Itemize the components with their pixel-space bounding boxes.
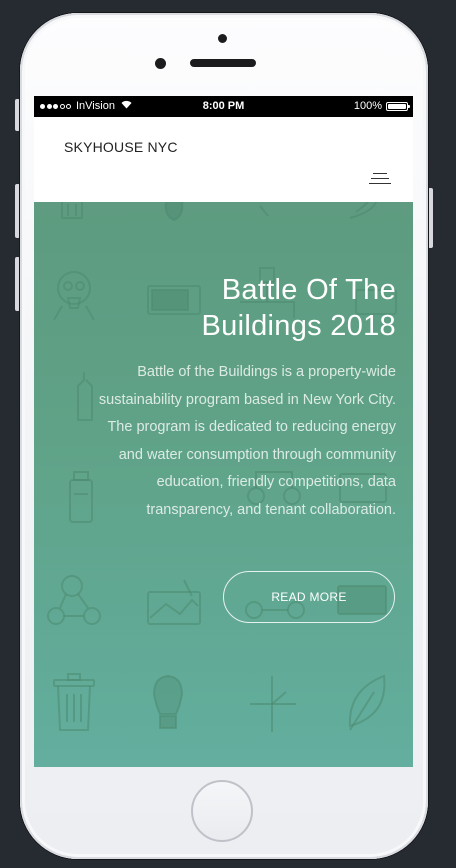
brand-logo[interactable]: SKYHOUSE NYC: [64, 139, 178, 155]
power-button: [428, 188, 433, 248]
lightbulb-icon: [152, 675, 184, 729]
status-right: 100%: [353, 100, 410, 112]
hamburger-menu-icon[interactable]: [369, 173, 391, 187]
hero-description-line: and water consumption through community: [118, 446, 396, 463]
hero-description-line: The program is dedicated to reducing ene…: [107, 419, 396, 435]
phone-screen: InVision 8:00 PM 100% SKYHOUSE NYC Battl…: [34, 96, 413, 767]
leaf-icon: [349, 202, 377, 219]
hero-description: Battle of the Buildings is a property-wi…: [36, 359, 396, 524]
molecule-icon: [47, 575, 101, 625]
battery-icon: [386, 101, 410, 111]
app-navbar: SKYHOUSE NYC: [34, 117, 413, 202]
hero-description-line: sustainability program based in New York…: [98, 391, 396, 408]
proximity-sensor: [218, 34, 227, 43]
hero-title-line: Buildings 2018: [201, 310, 396, 342]
clock-icon: [259, 205, 269, 217]
read-more-button[interactable]: READ MORE: [223, 571, 395, 623]
status-bar: InVision 8:00 PM 100%: [34, 96, 413, 117]
landscape-icon: [147, 579, 201, 625]
leaf-icon: [348, 674, 386, 731]
battery-percentage: 100%: [353, 100, 382, 112]
trash-can-icon: [61, 202, 83, 219]
lightbulb-icon: [164, 202, 184, 222]
clock-icon: [250, 676, 296, 732]
hero-description-line: transparency, and tenant collaboration.: [146, 501, 396, 518]
trash-can-icon: [53, 673, 95, 731]
earpiece-speaker: [190, 59, 256, 67]
hero-title-line: Battle Of The: [221, 274, 396, 306]
hero-title: Battle Of The Buildings 2018: [96, 272, 396, 344]
device-stage: InVision 8:00 PM 100% SKYHOUSE NYC Battl…: [0, 0, 456, 868]
hero-section: Battle Of The Buildings 2018 Battle of t…: [34, 202, 413, 767]
gas-mask-icon: [53, 271, 95, 321]
home-button[interactable]: [191, 780, 253, 842]
hero-description-line: Battle of the Buildings is a property-wi…: [137, 364, 396, 380]
hero-description-line: education, friendly competitions, data: [156, 474, 396, 490]
front-camera: [155, 58, 166, 69]
